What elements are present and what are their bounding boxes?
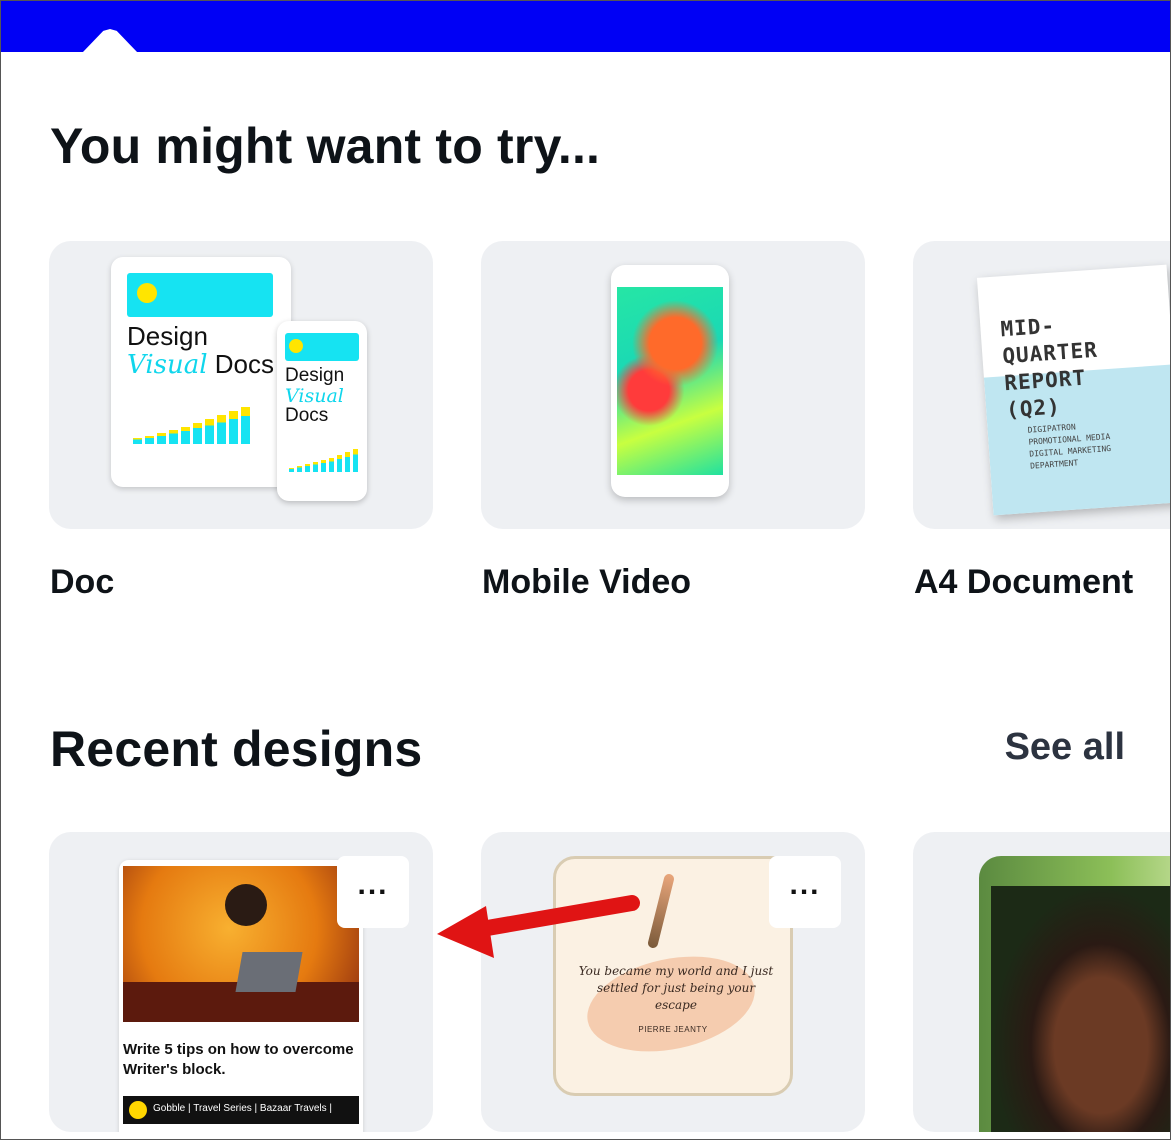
thumb-visual: Visual bbox=[285, 385, 344, 407]
see-all-link[interactable]: See all bbox=[1005, 726, 1125, 769]
channel-avatar bbox=[129, 1101, 147, 1119]
thumb-subtitle: Visual Docs bbox=[127, 349, 275, 380]
a4-document-template-card[interactable]: MID- QUARTER REPORT (Q2) DIGIPATRON PROM… bbox=[913, 241, 1171, 529]
design-thumbnail: You became my world and I just settled f… bbox=[553, 856, 793, 1096]
try-section-title: You might want to try... bbox=[50, 118, 601, 174]
thumb-title: Design bbox=[285, 365, 345, 386]
thumb-docs: Docs bbox=[285, 405, 329, 426]
more-options-button[interactable]: ... bbox=[769, 856, 841, 928]
a4-document-label[interactable]: A4 Document bbox=[914, 563, 1133, 602]
doc-label[interactable]: Doc bbox=[50, 563, 114, 602]
top-bar bbox=[0, 0, 1171, 53]
video-strip-text: Gobble | Travel Series | Bazaar Travels … bbox=[153, 1103, 332, 1114]
pointer-notch bbox=[82, 29, 138, 53]
doc-thumbnail-tablet: Design Visual Docs bbox=[111, 257, 291, 487]
thumb-report-subtitle: DIGIPATRON PROMOTIONAL MEDIA DIGITAL MAR… bbox=[1027, 422, 1112, 471]
more-icon: ... bbox=[789, 868, 821, 901]
design-thumbnail: Write 5 tips on how to overcome Writer's… bbox=[119, 860, 363, 1132]
thumb-bar-chart bbox=[133, 407, 250, 444]
video-strip: Gobble | Travel Series | Bazaar Travels … bbox=[123, 1096, 359, 1124]
thumb-title: Design bbox=[127, 321, 208, 351]
recent-section-title: Recent designs bbox=[50, 721, 423, 777]
recent-design-card-1[interactable]: Write 5 tips on how to overcome Writer's… bbox=[49, 832, 433, 1132]
quote-text: You became my world and I just settled f… bbox=[578, 964, 774, 1012]
recent-design-card-3[interactable] bbox=[913, 832, 1171, 1132]
doc-thumbnail-phone: Design Visual Docs bbox=[277, 321, 367, 501]
design-thumbnail bbox=[979, 856, 1171, 1132]
sun-icon bbox=[289, 339, 303, 353]
laptop-image bbox=[235, 952, 303, 992]
feather-icon bbox=[646, 872, 676, 950]
quote-author: PIERRE JEANTY bbox=[638, 1025, 708, 1034]
video-screen-image bbox=[617, 287, 723, 475]
mobile-video-thumbnail bbox=[611, 265, 729, 497]
thumb-report-title: MID- QUARTER REPORT (Q2) bbox=[999, 313, 1099, 423]
doc-template-card[interactable]: Design Visual Docs Design Visual Docs bbox=[49, 241, 433, 529]
a4-document-thumbnail: MID- QUARTER REPORT (Q2) DIGIPATRON PROM… bbox=[976, 264, 1171, 516]
more-icon: ... bbox=[357, 868, 389, 901]
more-options-button[interactable]: ... bbox=[337, 856, 409, 928]
sun-icon bbox=[137, 283, 157, 303]
recent-design-card-2[interactable]: You became my world and I just settled f… bbox=[481, 832, 865, 1132]
mobile-video-label[interactable]: Mobile Video bbox=[482, 563, 691, 602]
mobile-video-template-card[interactable] bbox=[481, 241, 865, 529]
portrait-image bbox=[991, 886, 1171, 1132]
thumb-bar-chart bbox=[289, 449, 358, 472]
design-caption: Write 5 tips on how to overcome Writer's… bbox=[123, 1041, 354, 1078]
